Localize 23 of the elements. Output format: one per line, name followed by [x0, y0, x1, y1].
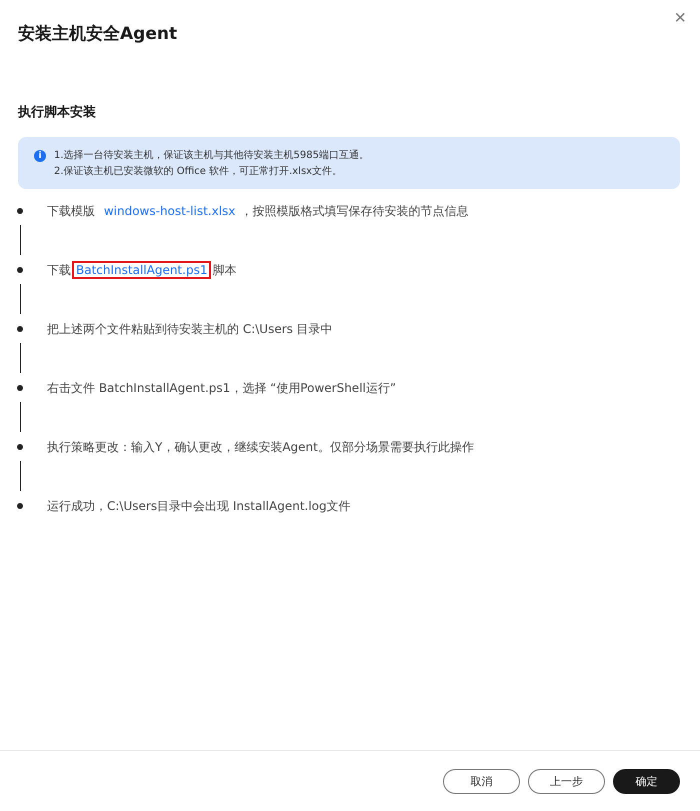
- download-link[interactable]: windows-host-list.xlsx: [100, 202, 240, 220]
- step-bullet: [17, 267, 23, 273]
- confirm-button[interactable]: 确定: [613, 768, 680, 794]
- footer-button[interactable]: 上一步: [528, 768, 605, 794]
- step-text: 把上述两个文件粘贴到待安装主机的 C:\Users 目录中: [47, 320, 333, 338]
- step-text: 运行成功，C:\Users目录中会出现 InstallAgent.log文件: [47, 498, 351, 514]
- close-button[interactable]: ×: [670, 8, 690, 28]
- step-text: 下载 BatchInstallAgent.ps1 脚本: [47, 262, 236, 278]
- notice-text: 2.保证该主机已安装微软的 Office 软件，可正常打开.xlsx文件。: [54, 164, 344, 178]
- step-bullet: [17, 385, 23, 391]
- step-bullet: [17, 444, 23, 450]
- footer-button[interactable]: 取消: [443, 768, 520, 794]
- info-icon: i: [34, 150, 46, 162]
- section-title: 执行脚本安装: [18, 104, 97, 121]
- notice-text: 1.选择一台待安装主机，保证该主机与其他待安装主机5985端口互通。: [54, 148, 369, 162]
- dialog-title: 安装主机安全Agent: [18, 23, 178, 45]
- step-bullet: [17, 208, 23, 214]
- step-bullet: [17, 503, 23, 509]
- download-link[interactable]: BatchInstallAgent.ps1: [72, 260, 212, 278]
- step-text: 右击文件 BatchInstallAgent.ps1，选择 “使用PowerShell运行”: [47, 380, 396, 396]
- step-text: 执行策略更改：输入Y，确认更改，继续安装Agent。仅部分场景需要执行此操作: [47, 438, 474, 456]
- step-text: 下载模版 windows-host-list.xlsx ，按照模版格式填写保存待安装的节点信息: [47, 202, 468, 220]
- step-bullet: [17, 326, 23, 332]
